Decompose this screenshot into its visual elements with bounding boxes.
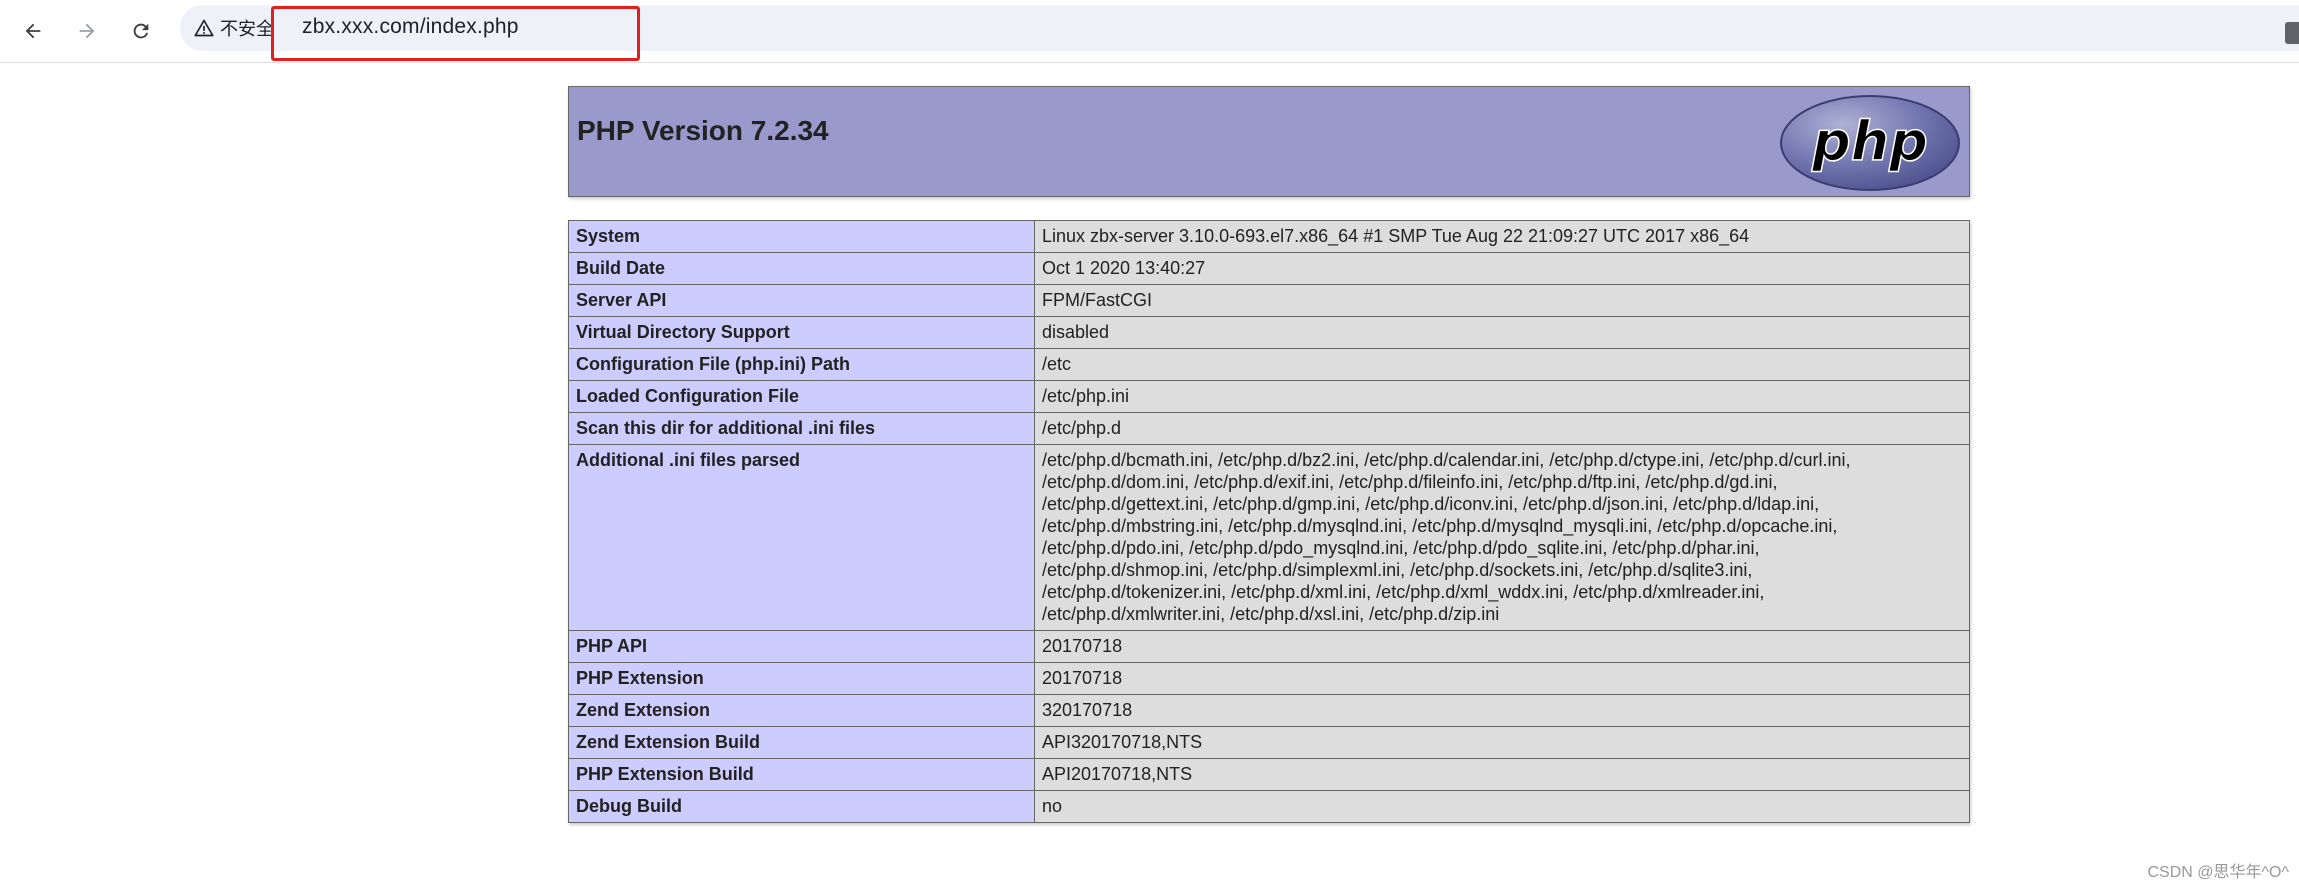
info-key: Virtual Directory Support (568, 316, 1035, 349)
info-value-line: /etc/php.d/tokenizer.ini, /etc/php.d/xml… (1042, 582, 1765, 602)
info-row: Zend Extension 320170718 (568, 694, 1970, 727)
security-chip[interactable]: 不安全 (194, 14, 274, 42)
info-value-line: /etc/php.d/xmlwriter.ini, /etc/php.d/xsl… (1042, 604, 1500, 624)
info-row: Build Date Oct 1 2020 13:40:27 (568, 252, 1970, 285)
info-row: Scan this dir for additional .ini files /… (568, 412, 1970, 445)
info-value-line: /etc/php.ini (1042, 386, 1130, 406)
info-value-line: /etc/php.d/dom.ini, /etc/php.d/exif.ini,… (1042, 472, 1778, 492)
info-value-line: Oct 1 2020 13:40:27 (1042, 258, 1206, 278)
translate-icon[interactable] (2285, 22, 2299, 44)
forward-button[interactable] (66, 10, 108, 52)
info-key: Build Date (568, 252, 1035, 285)
info-value-line: /etc/php.d/bcmath.ini, /etc/php.d/bz2.in… (1042, 450, 1851, 470)
info-value: FPM/FastCGI (1034, 284, 1970, 317)
info-key: PHP Extension Build (568, 758, 1035, 791)
info-value-line: API320170718,NTS (1042, 732, 1203, 752)
info-value-line: /etc/php.d/gettext.ini, /etc/php.d/gmp.i… (1042, 494, 1820, 514)
security-label: 不安全 (220, 19, 274, 39)
info-value: disabled (1034, 316, 1970, 349)
info-value-line: 320170718 (1042, 700, 1133, 720)
info-value-line: /etc/php.d/mbstring.ini, /etc/php.d/mysq… (1042, 516, 1838, 536)
info-value: 20170718 (1034, 630, 1970, 663)
info-value: no (1034, 790, 1970, 823)
info-value-line: API20170718,NTS (1042, 764, 1193, 784)
info-value-line: 20170718 (1042, 668, 1123, 688)
info-key: Additional .ini files parsed (568, 444, 1035, 631)
arrow-right-icon (79, 23, 95, 39)
info-value: API20170718,NTS (1034, 758, 1970, 791)
info-key: Loaded Configuration File (568, 380, 1035, 413)
info-value-line: 20170718 (1042, 636, 1123, 656)
info-row: Configuration File (php.ini) Path/etc (568, 348, 1970, 381)
info-value-line: Linux zbx-server 3.10.0-693.el7.x86_64 #… (1042, 226, 1750, 246)
watermark: CSDN @思华年^O^ (2147, 864, 2290, 881)
info-value: Oct 1 2020 13:40:27 (1034, 252, 1970, 285)
back-button[interactable] (12, 10, 54, 52)
info-row: PHP Extension Build API20170718,NTS (568, 758, 1970, 791)
info-row: Virtual Directory Support disabled (568, 316, 1970, 349)
phpinfo-table: System Linux zbx-server 3.10.0-693.el7.x8… (568, 220, 1970, 823)
info-value-line: no (1042, 796, 1063, 816)
info-value: /etc/php.d/bcmath.ini, /etc/php.d/bz2.in… (1034, 444, 1970, 631)
info-value-line: disabled (1042, 322, 1110, 342)
info-value: /etc/php.ini (1034, 380, 1970, 413)
info-value-line: /etc/php.d/shmop.ini, /etc/php.d/simplex… (1042, 560, 1753, 580)
browser-toolbar: 不安全 zbx.xxx.com/index.php (0, 0, 2299, 63)
info-key: PHP API (568, 630, 1035, 663)
info-key: Configuration File (php.ini) Path (568, 348, 1035, 381)
info-key: Zend Extension (568, 694, 1035, 727)
arrow-left-icon (25, 23, 41, 39)
phpinfo-page: PHP Version 7.2.34 php System Linux zbx-s… (568, 86, 1970, 823)
info-row: Loaded Configuration File/etc/php.ini (568, 380, 1970, 413)
info-row: System Linux zbx-server 3.10.0-693.el7.x8… (568, 220, 1970, 253)
info-value: 20170718 (1034, 662, 1970, 695)
phpinfo-header: PHP Version 7.2.34 php (568, 86, 1970, 197)
info-key: Scan this dir for additional .ini files (568, 412, 1035, 445)
info-value-line: /etc/php.d (1042, 418, 1122, 438)
info-value: Linux zbx-server 3.10.0-693.el7.x86_64 #… (1034, 220, 1970, 253)
info-row: Debug Build no (568, 790, 1970, 823)
warning-icon (194, 19, 214, 37)
info-key: System (568, 220, 1035, 253)
info-row: Additional .ini files parsed/etc/php.d/b… (568, 444, 1970, 631)
info-row: PHP Extension 20170718 (568, 662, 1970, 695)
reload-button[interactable] (120, 10, 162, 52)
info-value-line: /etc/php.d/pdo.ini, /etc/php.d/pdo_mysql… (1042, 538, 1760, 558)
info-key: Zend Extension Build (568, 726, 1035, 759)
info-value: API320170718,NTS (1034, 726, 1970, 759)
info-row: Zend Extension Build API320170718,NTS (568, 726, 1970, 759)
info-key: Server API (568, 284, 1035, 317)
info-row: PHP API 20170718 (568, 630, 1970, 663)
info-key: Debug Build (568, 790, 1035, 823)
info-value: 320170718 (1034, 694, 1970, 727)
info-row: Server API FPM/FastCGI (568, 284, 1970, 317)
info-key: PHP Extension (568, 662, 1035, 695)
info-value-line: FPM/FastCGI (1042, 290, 1153, 310)
info-value: /etc (1034, 348, 1970, 381)
php-version-title: PHP Version 7.2.34 (577, 115, 829, 146)
url-highlight-box (271, 6, 640, 61)
info-value-line: /etc (1042, 354, 1072, 374)
php-logo[interactable]: php (1779, 94, 1961, 192)
reload-icon (133, 23, 149, 39)
php-logo-text: php (1811, 110, 1928, 173)
info-value: /etc/php.d (1034, 412, 1970, 445)
